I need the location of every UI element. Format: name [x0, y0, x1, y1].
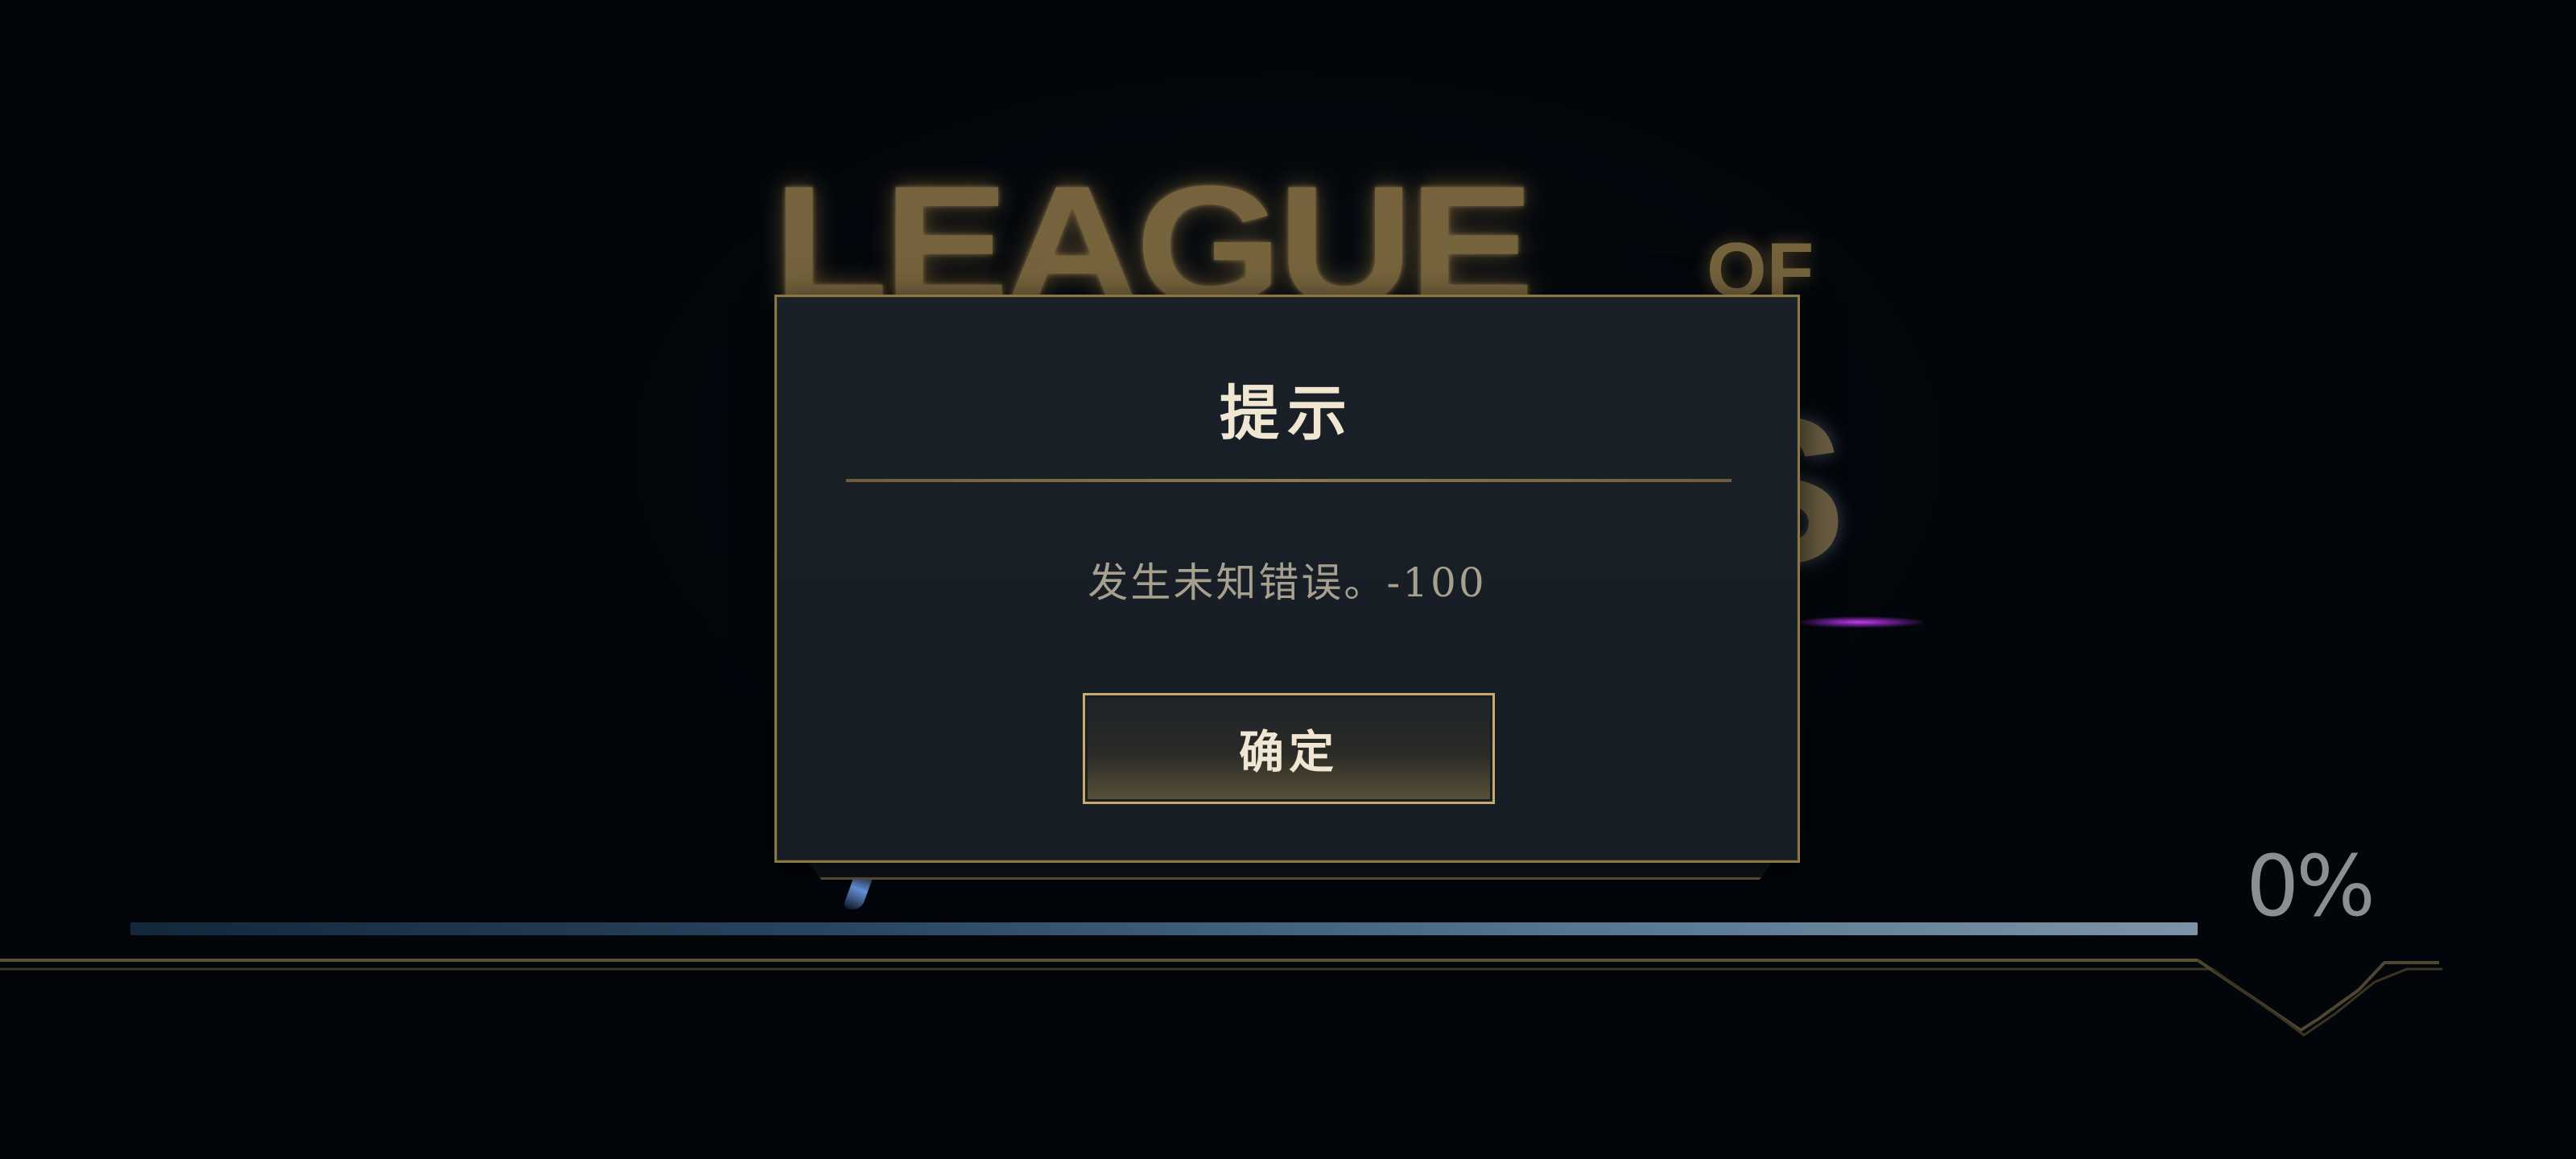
loading-progress-bar: [130, 922, 2198, 935]
purple-glow-effect: [1795, 617, 1924, 628]
dialog-title: 提示: [1220, 379, 1355, 448]
dialog-message: 发生未知错误。-100: [1088, 559, 1487, 606]
error-dialog: 提示 发生未知错误。-100 确定: [774, 295, 1800, 863]
bottom-frame-decoration: [0, 959, 2442, 1037]
loading-percent-text: 0%: [2246, 837, 2376, 935]
dialog-divider: [846, 479, 1732, 482]
confirm-button-label: 确定: [1239, 725, 1339, 779]
confirm-button[interactable]: 确定: [1083, 693, 1495, 804]
progress-bar-track: [130, 922, 2198, 935]
